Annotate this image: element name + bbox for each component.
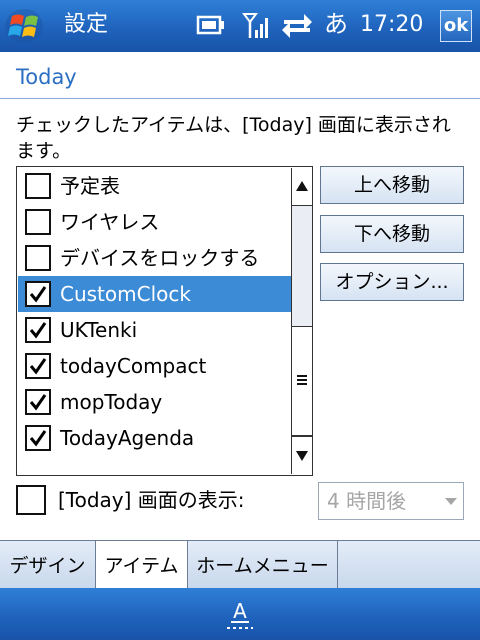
list-scrollbar[interactable] [291, 168, 312, 474]
scroll-down-button[interactable] [292, 436, 312, 474]
item-checkbox[interactable] [25, 389, 51, 415]
item-checkbox[interactable] [25, 281, 51, 307]
list-item[interactable]: TodayAgenda [18, 420, 291, 456]
window-title: 設定 [64, 12, 109, 37]
item-label: todayCompact [60, 354, 207, 378]
item-label: ワイヤレス [60, 210, 160, 234]
connectivity-arrows-icon[interactable] [280, 10, 314, 40]
checkmark-icon [29, 286, 47, 303]
scroll-thumb[interactable] [292, 326, 312, 436]
item-checkbox[interactable] [25, 425, 51, 451]
list-item[interactable]: CustomClock [18, 276, 291, 312]
item-label: 予定表 [60, 174, 120, 198]
checkmark-icon [29, 430, 47, 447]
item-label: CustomClock [60, 282, 191, 306]
item-checkbox[interactable] [25, 317, 51, 343]
list-item[interactable]: ワイヤレス [18, 204, 291, 240]
header-divider [0, 98, 480, 99]
item-label: UKTenki [60, 318, 138, 342]
input-method-indicator[interactable]: あ [324, 8, 348, 40]
item-checkbox[interactable] [25, 353, 51, 379]
list-item[interactable]: UKTenki [18, 312, 291, 348]
ok-button[interactable]: ok [440, 10, 472, 42]
item-label: TodayAgenda [60, 426, 195, 450]
battery-icon[interactable] [196, 12, 226, 38]
page-title: Today [16, 65, 77, 89]
title-bar: 設定 あ 17:20 ok [0, 0, 480, 52]
svg-text:A: A [233, 599, 247, 623]
signal-strength-icon[interactable] [242, 10, 270, 40]
scroll-down-arrow-icon [296, 451, 308, 461]
tab-items[interactable]: アイテム [96, 541, 188, 589]
list-item[interactable]: 予定表 [18, 168, 291, 204]
tab-design[interactable]: デザイン [0, 541, 96, 589]
timeout-value: 4 時間後 [327, 489, 407, 513]
today-items-list[interactable]: 予定表ワイヤレスデバイスをロックする CustomClock UKTenki toda… [16, 166, 313, 476]
display-today-label: [Today] 画面の表示: [58, 488, 245, 512]
list-item[interactable]: デバイスをロックする [18, 240, 291, 276]
scroll-up-button[interactable] [292, 168, 312, 206]
checkmark-icon [29, 322, 47, 339]
display-today-checkbox[interactable] [16, 485, 46, 515]
list-item[interactable]: mopToday [18, 384, 291, 420]
clock-time[interactable]: 17:20 [360, 10, 423, 40]
checkmark-icon [29, 358, 47, 375]
checkmark-icon [29, 394, 47, 411]
start-menu-icon[interactable] [4, 6, 48, 46]
scroll-up-arrow-icon [296, 181, 308, 191]
item-label: mopToday [60, 390, 163, 414]
item-label: デバイスをロックする [60, 246, 260, 270]
move-up-button[interactable]: 上へ移動 [320, 166, 464, 204]
tab-bar: デザイン アイテム ホームメニュー [0, 540, 480, 589]
dropdown-arrow-icon [445, 498, 457, 505]
item-checkbox[interactable] [25, 209, 51, 235]
tab-bar-filler [338, 541, 480, 589]
tab-home-menu[interactable]: ホームメニュー [188, 541, 338, 589]
timeout-dropdown[interactable]: 4 時間後 [318, 482, 464, 520]
keyboard-icon[interactable]: A [222, 596, 258, 632]
options-button[interactable]: オプション... [320, 263, 464, 301]
item-checkbox[interactable] [25, 245, 51, 271]
move-down-button[interactable]: 下へ移動 [320, 215, 464, 253]
grip-icon [297, 375, 307, 385]
item-checkbox[interactable] [25, 173, 51, 199]
instruction-text: チェックしたアイテムは、[Today] 画面に表示されます。 [16, 114, 451, 162]
list-item[interactable]: todayCompact [18, 348, 291, 384]
